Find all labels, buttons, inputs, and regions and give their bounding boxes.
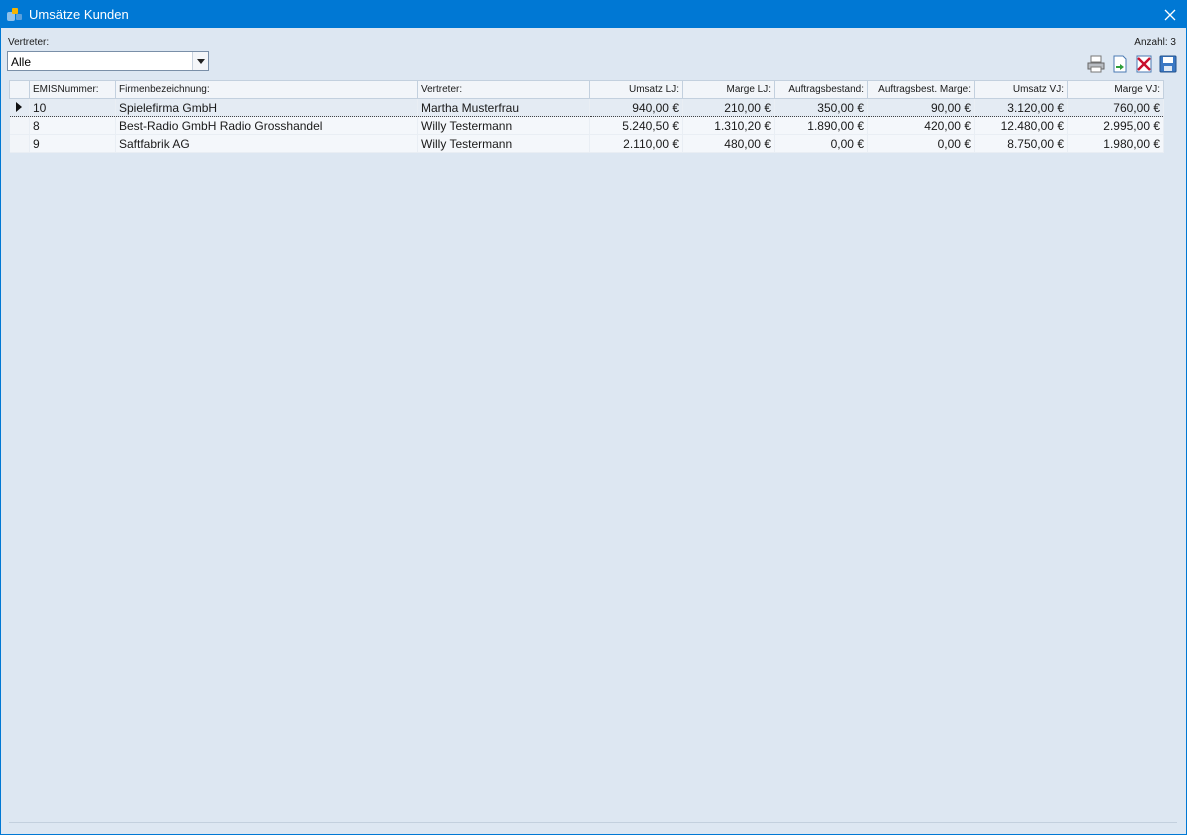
table-cell: 2.110,00 €: [589, 134, 683, 153]
table-row[interactable]: 10 Spielefirma GmbH Martha Musterfrau 94…: [9, 98, 1164, 117]
close-icon: [1164, 9, 1176, 20]
table-cell: Best-Radio GmbH Radio Grosshandel: [115, 116, 418, 135]
column-header[interactable]: Umsatz VJ:: [974, 80, 1068, 99]
table-row[interactable]: 9 Saftfabrik AG Willy Testermann 2.110,0…: [9, 134, 1164, 153]
current-row-arrow-icon: [16, 101, 23, 112]
bottom-divider: [9, 822, 1177, 823]
table-cell: Willy Testermann: [417, 134, 590, 153]
table-cell: 940,00 €: [589, 98, 683, 117]
table-cell: 0,00 €: [867, 134, 975, 153]
save-icon: [1159, 55, 1177, 73]
vertreter-select-value: Alle: [11, 55, 32, 69]
table-cell: Willy Testermann: [417, 116, 590, 135]
data-grid[interactable]: EMISNummer: Firmenbezeichnung: Vertreter…: [9, 80, 1164, 821]
printer-icon: [1087, 55, 1105, 73]
chevron-down-icon: [196, 58, 205, 64]
table-cell: 0,00 €: [774, 134, 868, 153]
column-header[interactable]: Auftragsbestand:: [774, 80, 868, 99]
column-header[interactable]: Firmenbezeichnung:: [115, 80, 418, 99]
dropdown-button[interactable]: [192, 52, 208, 70]
table-cell: 1.980,00 €: [1067, 134, 1164, 153]
table-cell: 9: [29, 134, 116, 153]
table-cell: 3.120,00 €: [974, 98, 1068, 117]
delete-button[interactable]: [1134, 54, 1154, 74]
column-header[interactable]: Umsatz LJ:: [589, 80, 683, 99]
export-button[interactable]: [1110, 54, 1130, 74]
column-header[interactable]: Vertreter:: [417, 80, 590, 99]
table-cell: 1.890,00 €: [774, 116, 868, 135]
row-indicator: [9, 98, 30, 117]
row-indicator: [9, 134, 30, 153]
table-cell: 420,00 €: [867, 116, 975, 135]
table-header-row: EMISNummer: Firmenbezeichnung: Vertreter…: [9, 80, 1164, 99]
export-icon: [1113, 55, 1127, 73]
toolbar: [1086, 54, 1178, 76]
delete-icon: [1136, 55, 1152, 73]
table-cell: 480,00 €: [682, 134, 775, 153]
table-cell: Spielefirma GmbH: [115, 98, 418, 117]
table-cell: 8: [29, 116, 116, 135]
table-cell: Martha Musterfrau: [417, 98, 590, 117]
filter-label: Vertreter:: [8, 37, 50, 48]
table-cell: 210,00 €: [682, 98, 775, 117]
table-cell: 5.240,50 €: [589, 116, 683, 135]
titlebar[interactable]: Umsätze Kunden: [1, 1, 1186, 28]
row-indicator: [9, 116, 30, 135]
table-cell: 10: [29, 98, 116, 117]
table-cell: 90,00 €: [867, 98, 975, 117]
column-header[interactable]: Auftragsbest. Marge:: [867, 80, 975, 99]
table-cell: 1.310,20 €: [682, 116, 775, 135]
window: Umsätze Kunden Vertreter: Anzahl: 3 Alle: [0, 0, 1187, 835]
table-cell: 760,00 €: [1067, 98, 1164, 117]
print-button[interactable]: [1086, 54, 1106, 74]
table-cell: 350,00 €: [774, 98, 868, 117]
close-button[interactable]: [1154, 1, 1186, 28]
column-header[interactable]: EMISNummer:: [29, 80, 116, 99]
table-cell: Saftfabrik AG: [115, 134, 418, 153]
table-cell: 8.750,00 €: [974, 134, 1068, 153]
table-row[interactable]: 8 Best-Radio GmbH Radio Grosshandel Will…: [9, 116, 1164, 135]
column-header[interactable]: Marge LJ:: [682, 80, 775, 99]
revenue-table: EMISNummer: Firmenbezeichnung: Vertreter…: [9, 80, 1164, 153]
count-label: Anzahl: 3: [1134, 37, 1176, 48]
column-header[interactable]: Marge VJ:: [1067, 80, 1164, 99]
app-icon: [7, 8, 22, 21]
save-button[interactable]: [1158, 54, 1178, 74]
row-indicator-header: [9, 80, 30, 99]
window-title: Umsätze Kunden: [29, 7, 129, 22]
vertreter-select[interactable]: Alle: [7, 51, 209, 71]
table-cell: 2.995,00 €: [1067, 116, 1164, 135]
window-edge: [1177, 28, 1186, 834]
table-cell: 12.480,00 €: [974, 116, 1068, 135]
